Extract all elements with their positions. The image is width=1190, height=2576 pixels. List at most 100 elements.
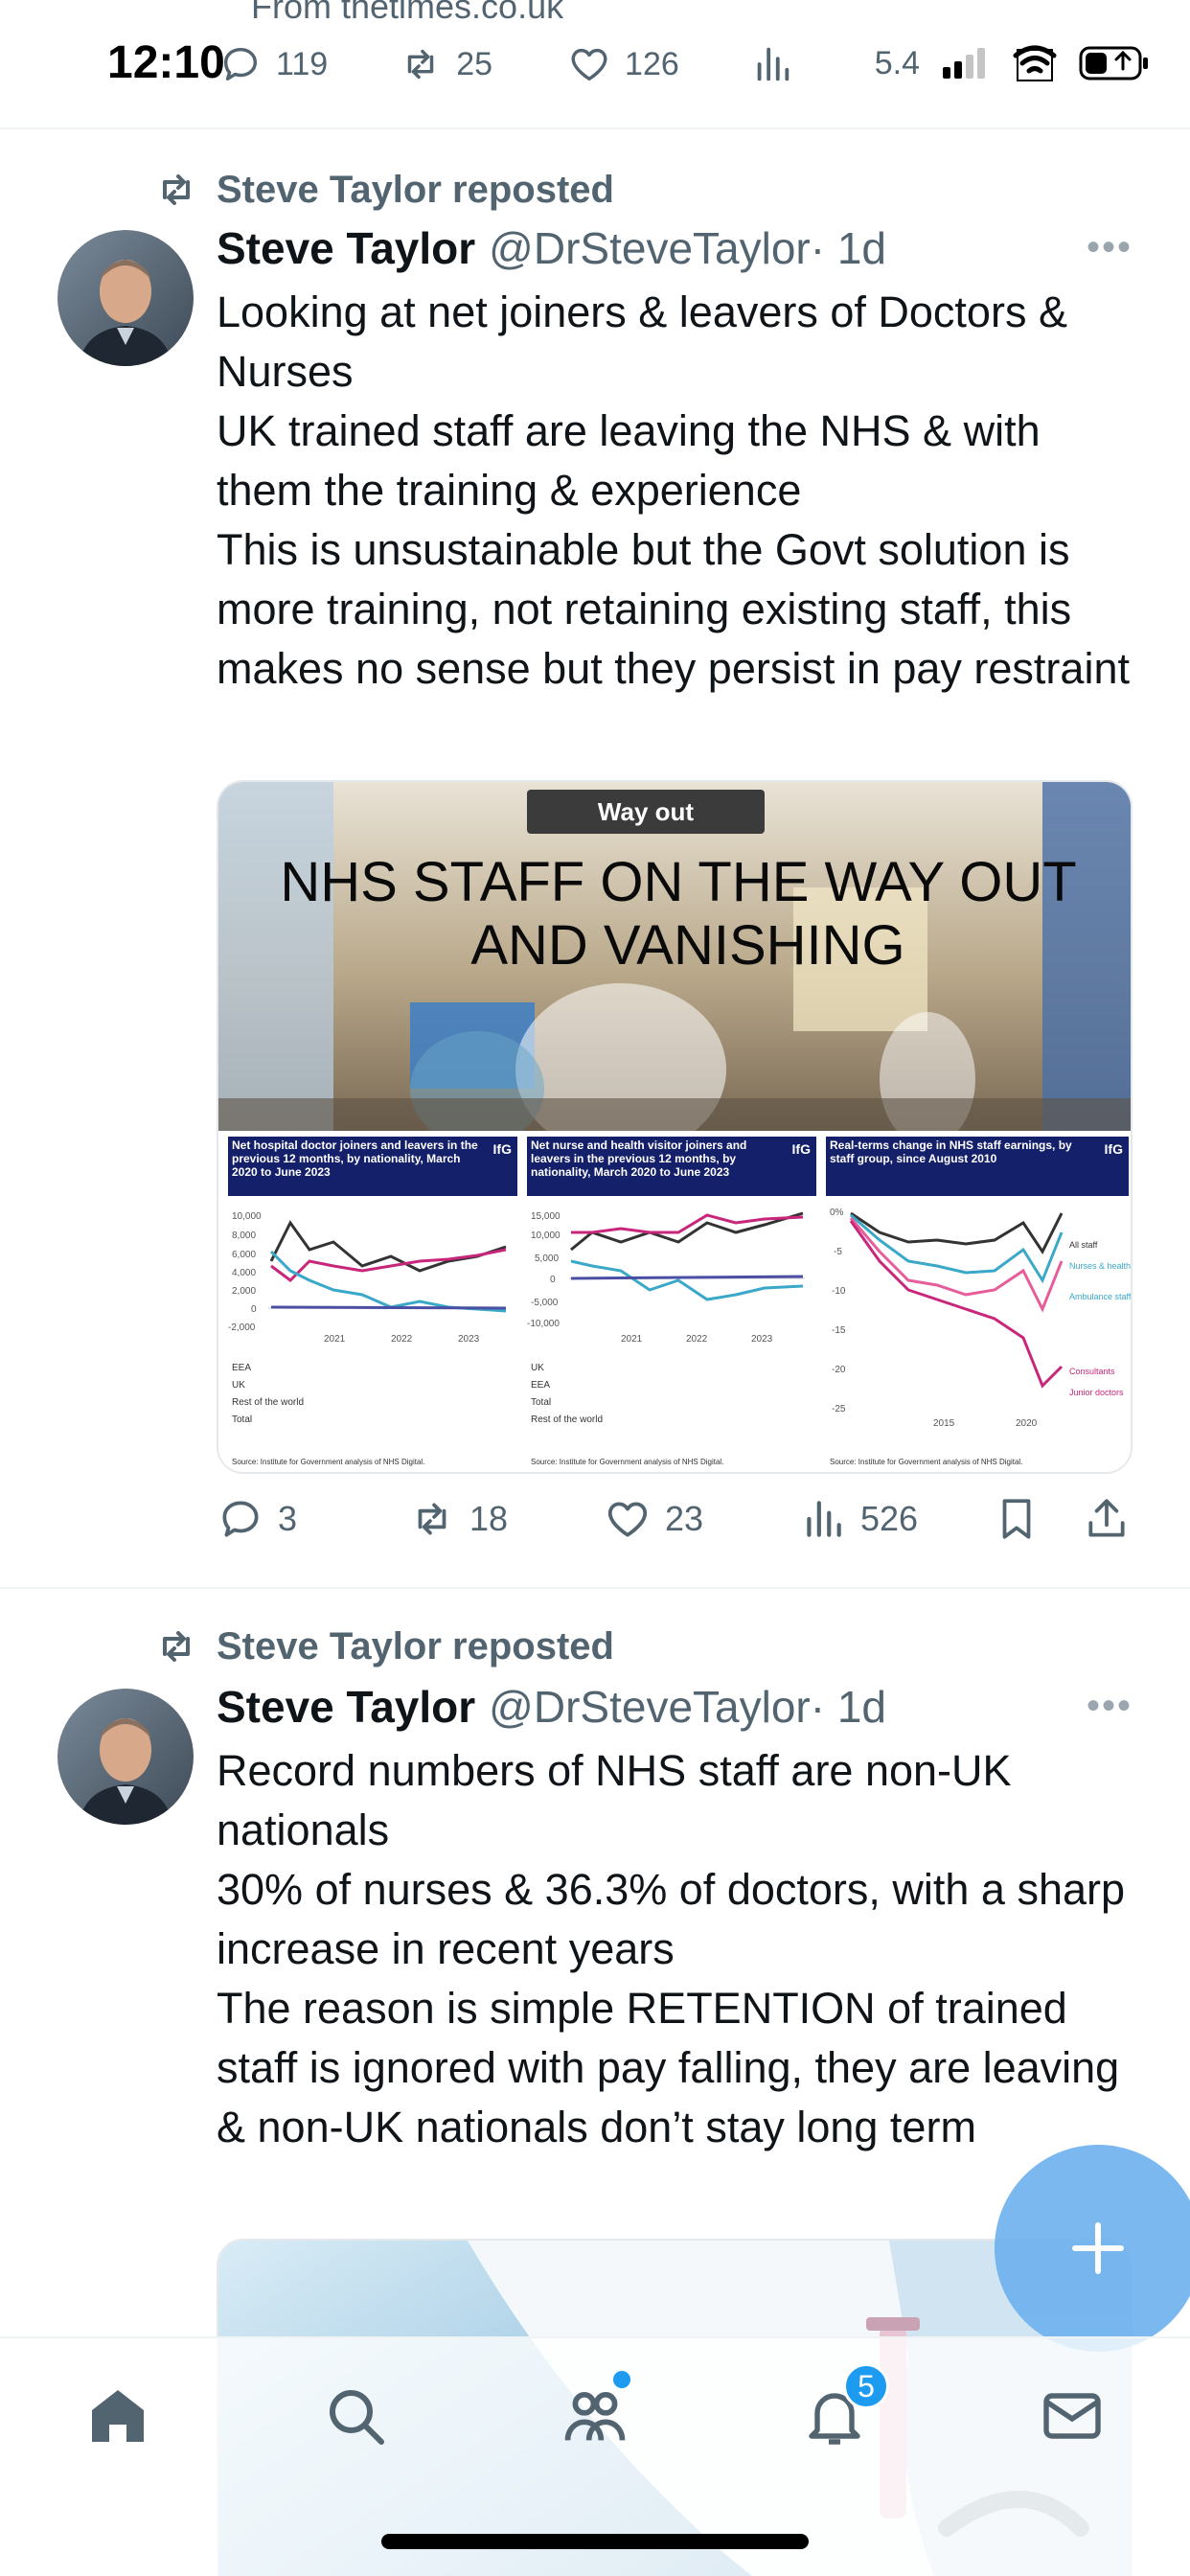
avatar[interactable]	[57, 230, 194, 366]
views-count: 526	[860, 1499, 919, 1538]
legend-item: EEA	[531, 1380, 550, 1391]
tweet-text-line: 30% of nurses & 36.3% of doctors, with a…	[217, 1865, 1126, 1973]
y-tick: -5,000	[531, 1298, 559, 1308]
y-tick: 10,000	[232, 1211, 262, 1222]
tweet-divider	[0, 1587, 1190, 1589]
reply-icon	[222, 1501, 259, 1537]
nav-home[interactable]	[75, 2373, 161, 2459]
wifi-icon	[1013, 45, 1057, 81]
previous-tweet-link-text: From thetimes.co.uk	[251, 0, 564, 26]
x-tick: 2021	[324, 1334, 346, 1345]
communities-icon	[564, 2391, 626, 2441]
x-tick: 2015	[933, 1418, 955, 1429]
y-tick: 15,000	[531, 1211, 561, 1222]
author-handle[interactable]: @DrSteveTaylor	[489, 1681, 811, 1733]
notification-badge: 5	[843, 2363, 889, 2409]
y-tick: -10,000	[527, 1319, 560, 1329]
prev-views-button[interactable]	[750, 42, 808, 86]
x-tick: 2023	[751, 1334, 773, 1345]
views-icon	[757, 47, 790, 81]
data-speed: 5.4	[874, 44, 920, 81]
repost-button[interactable]: 18	[408, 1495, 508, 1543]
more-options-icon[interactable]: •••	[1087, 1685, 1133, 1728]
repost-icon	[407, 49, 434, 80]
legend-item: Total	[232, 1414, 252, 1425]
y-tick: 0	[251, 1304, 257, 1315]
chart-title: Real-terms change in NHS staff earnings,…	[830, 1138, 1072, 1165]
tweet-text-line: UK trained staff are leaving the NHS & w…	[217, 406, 1041, 515]
y-tick: 5,000	[535, 1254, 559, 1264]
repost-icon	[418, 1503, 446, 1535]
y-tick: -20	[832, 1365, 846, 1375]
battery-icon	[1079, 46, 1148, 80]
avatar[interactable]	[57, 1689, 194, 1825]
reply-count: 3	[278, 1499, 298, 1538]
nav-messages[interactable]	[1029, 2373, 1115, 2459]
prev-like-button[interactable]: 126	[567, 42, 679, 86]
y-tick: 4,000	[232, 1268, 256, 1278]
tweet-header: Steve Taylor @DrSteveTaylor · 1d	[217, 222, 886, 274]
heart-icon	[571, 48, 607, 81]
tweet-actions: 3 18 23 526	[217, 1495, 1133, 1552]
reply-icon	[223, 47, 258, 81]
chart-source: Source: Institute for Government analysi…	[531, 1458, 723, 1466]
series-label: Consultants	[1069, 1367, 1115, 1376]
system-indicators: 5.4	[875, 44, 1152, 82]
y-tick: 6,000	[232, 1250, 256, 1260]
y-tick: 2,000	[232, 1286, 256, 1297]
author-handle[interactable]: @DrSteveTaylor	[489, 222, 811, 274]
tweet-text-line: This is unsustainable but the Govt solut…	[217, 525, 1130, 693]
reply-button[interactable]: 3	[217, 1495, 297, 1543]
timestamp: · 1d	[810, 223, 887, 273]
legend-item: Rest of the world	[232, 1397, 304, 1408]
chart-brand: IfG	[792, 1141, 812, 1157]
prev-reply-count: 119	[276, 45, 329, 82]
timestamp: · 1d	[810, 1682, 887, 1732]
y-tick: -5	[834, 1247, 842, 1257]
plus-icon	[1072, 2222, 1124, 2274]
views-button[interactable]: 526	[799, 1495, 918, 1543]
y-tick: -25	[832, 1404, 846, 1414]
home-indicator	[381, 2534, 809, 2549]
legend-item: UK	[232, 1380, 245, 1391]
legend-item: Rest of the world	[531, 1414, 603, 1425]
media-headline-line-2: AND VANISHING	[470, 914, 904, 977]
series-label: Junior doctors	[1069, 1388, 1124, 1397]
avatar-portrait	[57, 230, 194, 366]
chart-title: Net nurse and health visitor joiners and…	[531, 1138, 747, 1179]
y-tick: -2,000	[228, 1322, 256, 1333]
nav-search[interactable]	[312, 2373, 399, 2459]
tweet-media-image[interactable]: Way out NHS STAFF ON THE WAY OUT AND VAN…	[217, 780, 1133, 1474]
author-name[interactable]: Steve Taylor	[217, 222, 475, 274]
x-tick: 2022	[686, 1334, 708, 1345]
more-options-icon[interactable]: •••	[1087, 226, 1133, 269]
prev-repost-button[interactable]: 25	[399, 42, 492, 86]
bookmark-button[interactable]	[993, 1495, 1054, 1543]
author-name[interactable]: Steve Taylor	[217, 1681, 475, 1733]
cellular-signal-icon	[943, 48, 985, 79]
chart-brand: IfG	[1105, 1141, 1124, 1157]
like-button[interactable]: 23	[604, 1495, 703, 1543]
status-bar: From thetimes.co.uk 12:10 119 25 126 5.4	[0, 0, 1190, 129]
way-out-sign: Way out	[598, 797, 694, 826]
repost-count: 18	[469, 1499, 509, 1538]
series-label: Nurses & health visitors	[1069, 1261, 1133, 1271]
home-icon	[92, 2390, 144, 2442]
repost-indicator-text: Steve Taylor reposted	[217, 1624, 614, 1668]
repost-icon	[163, 1631, 190, 1662]
chart-source: Source: Institute for Government analysi…	[232, 1458, 424, 1466]
legend-item: EEA	[232, 1363, 251, 1373]
y-tick: 0%	[830, 1208, 844, 1218]
repost-indicator-text: Steve Taylor reposted	[217, 168, 614, 211]
tweet-text-line: Record numbers of NHS staff are non-UK n…	[217, 1746, 1012, 1854]
x-tick: 2023	[458, 1334, 480, 1345]
chart-title: Net hospital doctor joiners and leavers …	[232, 1138, 478, 1179]
prev-reply-button[interactable]: 119	[218, 42, 328, 86]
share-button[interactable]	[1083, 1495, 1144, 1543]
legend-item: UK	[531, 1363, 544, 1373]
series-label: All staff	[1069, 1240, 1098, 1250]
views-icon	[807, 1501, 841, 1537]
like-count: 23	[665, 1499, 704, 1538]
communities-new-dot	[613, 2371, 630, 2388]
compose-button[interactable]	[995, 2145, 1190, 2352]
